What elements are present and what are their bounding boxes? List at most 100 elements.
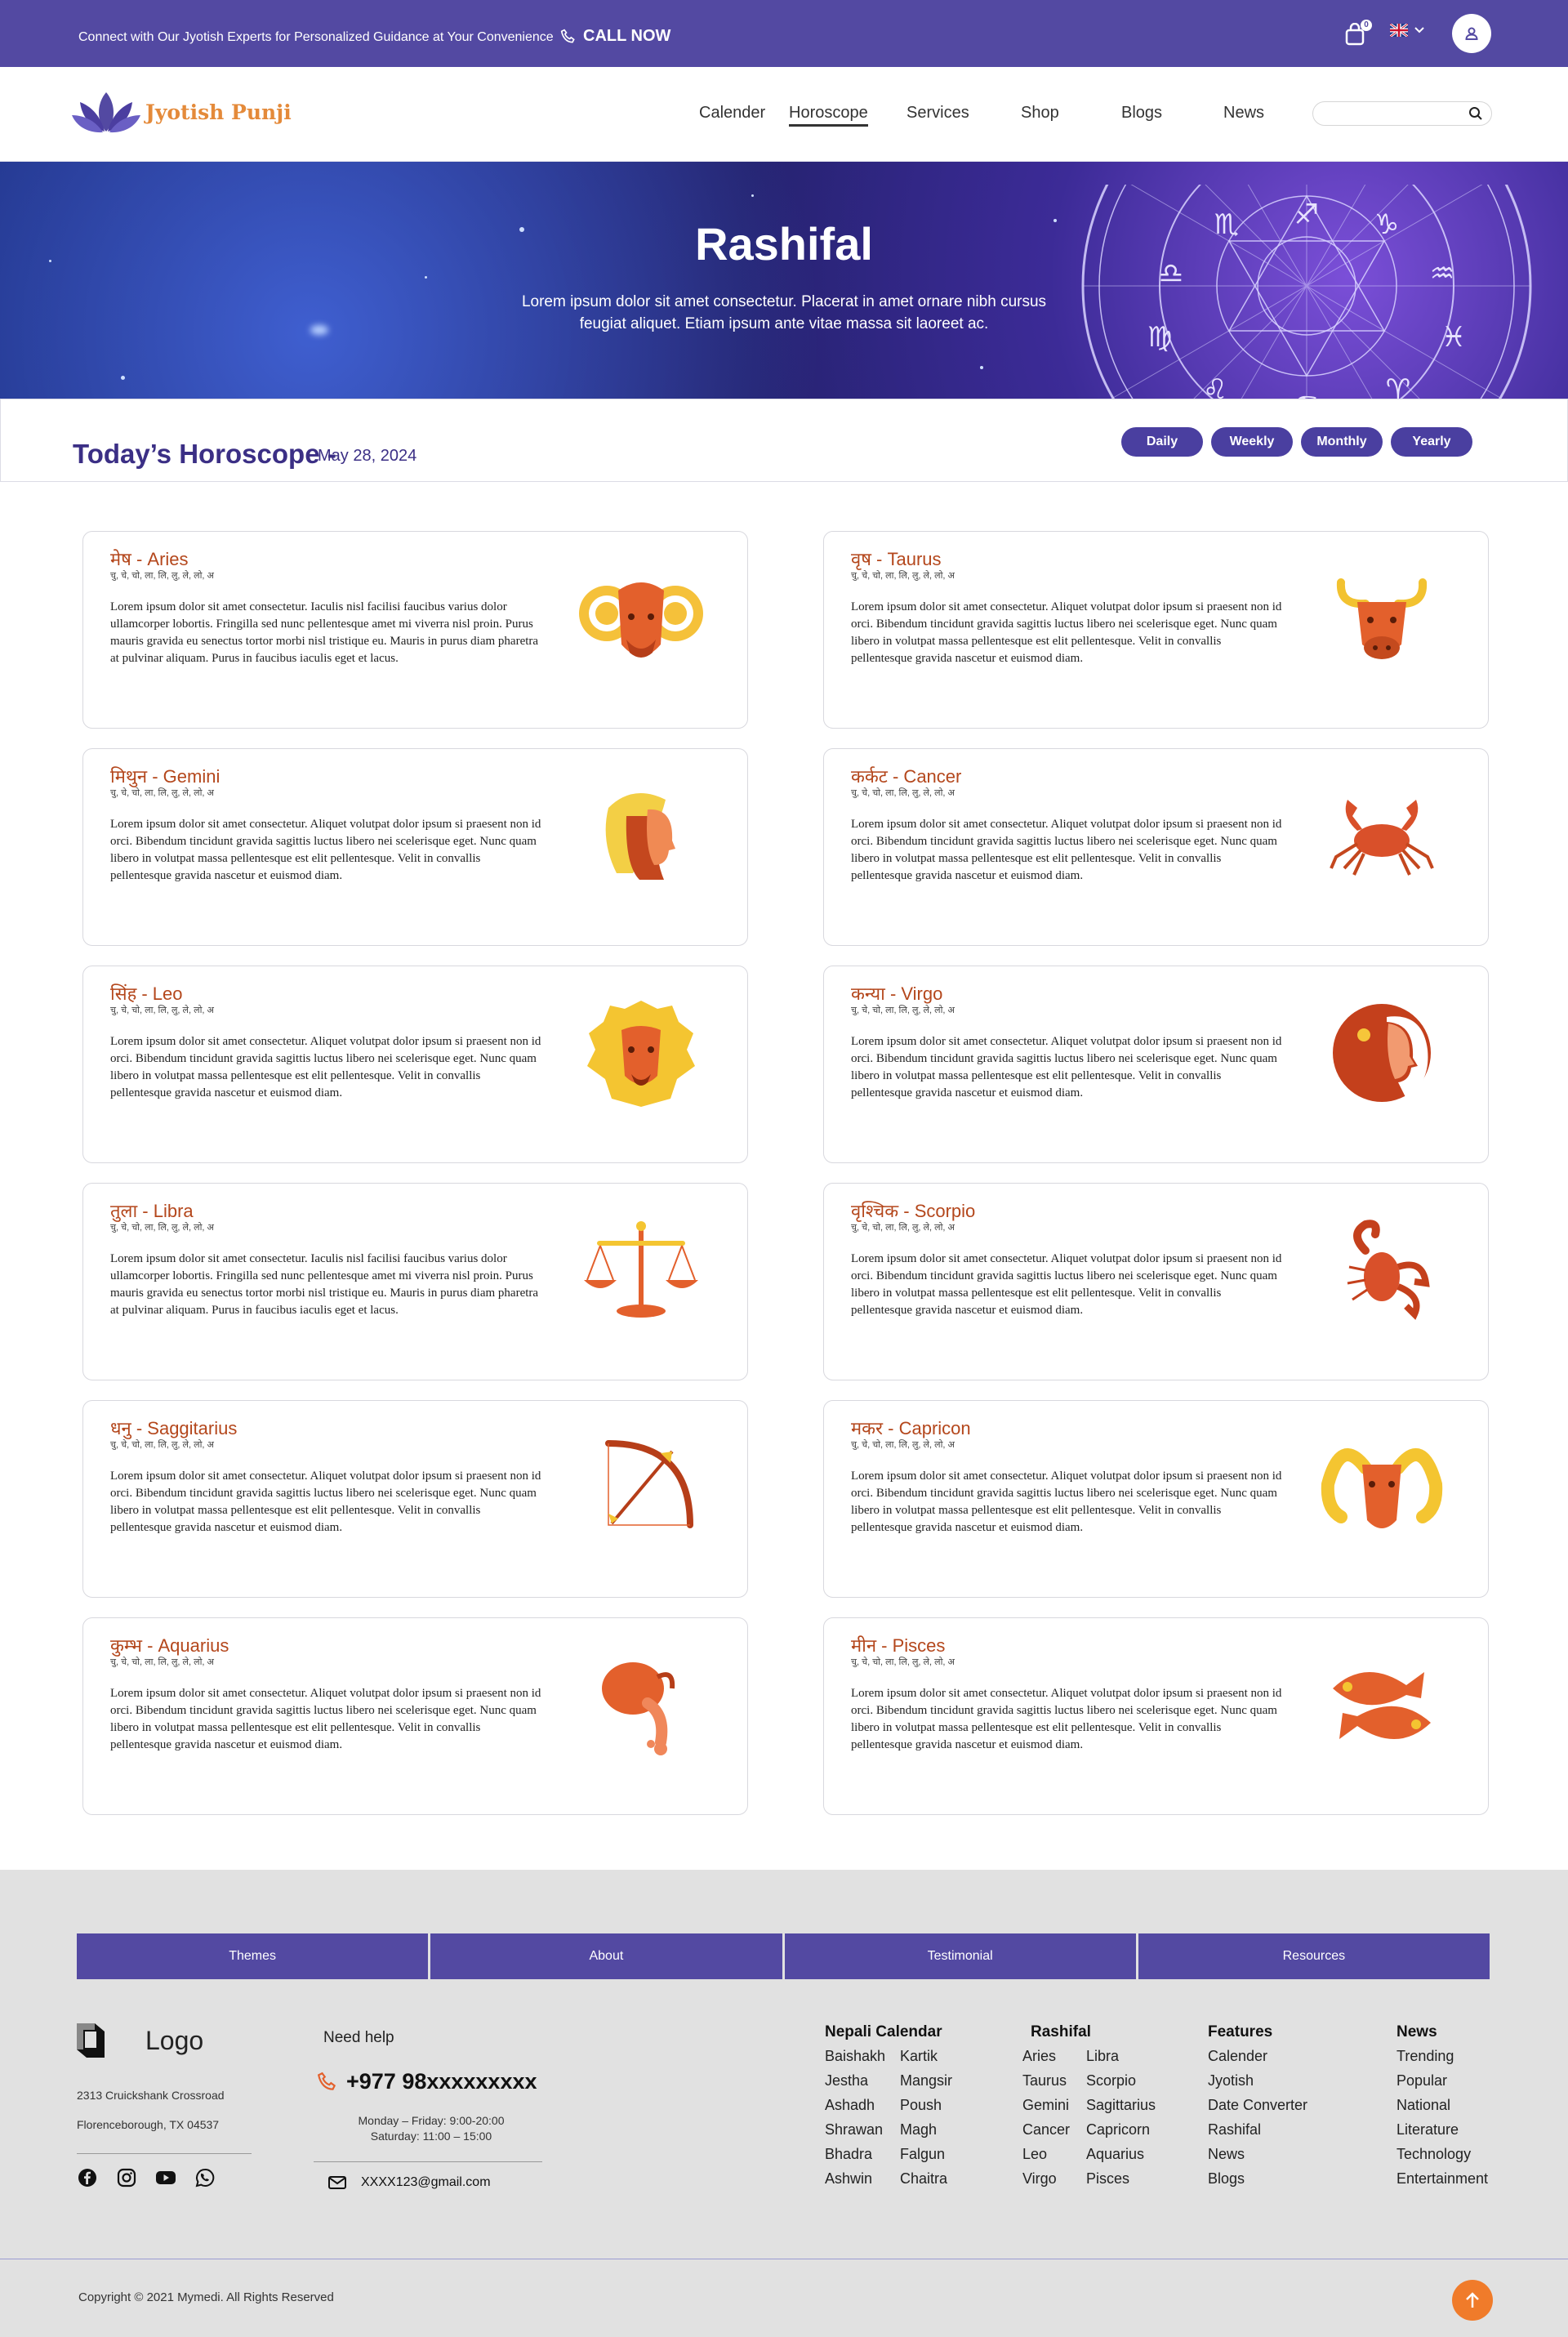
search-icon[interactable] xyxy=(1468,106,1483,121)
scroll-to-top-button[interactable] xyxy=(1452,2280,1493,2321)
sign-card-aquarius[interactable]: कुम्भ - Aquarius चु, चे, चो, ला, लि, लु,… xyxy=(82,1617,748,1815)
footer-tab-resources[interactable]: Resources xyxy=(1138,1933,1490,1979)
footer-link[interactable]: Sagittarius xyxy=(1086,2097,1156,2114)
sign-description: Lorem ipsum dolor sit amet consectetur. … xyxy=(110,1470,541,1534)
divider xyxy=(77,2153,252,2154)
tab-daily[interactable]: Daily xyxy=(1121,427,1203,457)
youtube-icon[interactable] xyxy=(155,2167,176,2188)
footer-link[interactable]: Chaitra xyxy=(900,2170,947,2188)
footer-link[interactable]: Falgun xyxy=(900,2146,945,2163)
footer-link[interactable]: Cancer xyxy=(1022,2121,1070,2139)
aries-ram-icon xyxy=(579,582,703,658)
footer-link[interactable]: Magh xyxy=(900,2121,937,2139)
cart-button[interactable]: 0 xyxy=(1344,20,1372,46)
footer-link[interactable]: Leo xyxy=(1022,2146,1047,2163)
footer-address-line1: 2313 Cruickshank Crossroad xyxy=(77,2089,225,2102)
sign-card-virgo[interactable]: कन्या - Virgo चु, चे, चो, ला, लि, लु, ले… xyxy=(823,966,1489,1163)
footer-link[interactable]: Pisces xyxy=(1086,2170,1129,2188)
sign-title: मीन - Pisces xyxy=(851,1635,946,1656)
sign-title: वृश्चिक - Scorpio xyxy=(851,1201,976,1221)
footer-link[interactable]: National xyxy=(1396,2097,1450,2114)
footer-link[interactable]: Shrawan xyxy=(825,2121,883,2139)
aquarius-pot-icon xyxy=(602,1662,675,1755)
footer-link[interactable]: Literature xyxy=(1396,2121,1459,2139)
language-selector[interactable] xyxy=(1390,24,1424,37)
footer-link[interactable]: Kartik xyxy=(900,2048,938,2065)
footer-link[interactable]: Bhadra xyxy=(825,2146,872,2163)
facebook-icon[interactable] xyxy=(77,2167,98,2188)
footer-logo[interactable]: Logo xyxy=(77,2023,203,2058)
sign-title: मकर - Capricon xyxy=(851,1418,971,1438)
tab-monthly[interactable]: Monthly xyxy=(1301,427,1383,457)
footer-tab-themes[interactable]: Themes xyxy=(77,1933,429,1979)
nav-item-shop[interactable]: Shop xyxy=(1021,104,1059,123)
footer-link[interactable]: Rashifal xyxy=(1208,2121,1261,2139)
footer-link[interactable]: Aries xyxy=(1022,2048,1056,2065)
sign-card-scorpio[interactable]: वृश्चिक - Scorpio चु, चे, चो, ला, लि, लु… xyxy=(823,1183,1489,1380)
tab-yearly[interactable]: Yearly xyxy=(1391,427,1472,457)
footer-link[interactable]: Popular xyxy=(1396,2072,1447,2089)
footer-link[interactable]: Taurus xyxy=(1022,2072,1067,2089)
hero-description: Lorem ipsum dolor sit amet consectetur. … xyxy=(521,293,1047,332)
footer-phone[interactable]: +977 98xxxxxxxxx xyxy=(317,2069,537,2094)
footer-link[interactable]: Trending xyxy=(1396,2048,1454,2065)
footer-link[interactable]: Technology xyxy=(1396,2146,1471,2163)
search-input[interactable] xyxy=(1325,105,1463,122)
footer-email[interactable]: XXXX123@gmail.com xyxy=(328,2175,491,2190)
sign-syllables: चु, चे, चो, ला, लि, लु, ले, लो, अ xyxy=(851,788,955,798)
footer-tab-about[interactable]: About xyxy=(430,1933,782,1979)
sign-card-taurus[interactable]: वृष - Taurus चु, चे, चो, ला, लि, लु, ले,… xyxy=(823,531,1489,729)
footer-link[interactable]: Date Converter xyxy=(1208,2097,1307,2114)
footer-link[interactable]: Virgo xyxy=(1022,2170,1057,2188)
nav-item-blogs[interactable]: Blogs xyxy=(1121,104,1162,123)
footer-link[interactable]: Blogs xyxy=(1208,2170,1245,2188)
instagram-icon[interactable] xyxy=(116,2167,137,2188)
site-logo[interactable]: Jyotish Punji xyxy=(72,89,292,135)
tab-weekly[interactable]: Weekly xyxy=(1211,427,1293,457)
footer-link[interactable]: Jestha xyxy=(825,2072,868,2089)
sign-syllables: चु, चे, चो, ला, लि, लु, ले, लो, अ xyxy=(110,1006,214,1015)
footer-link[interactable]: Calender xyxy=(1208,2048,1267,2065)
call-now-button[interactable]: CALL NOW xyxy=(560,27,670,46)
sign-description: Lorem ipsum dolor sit amet consectetur. … xyxy=(110,818,541,882)
footer-link[interactable]: Entertainment xyxy=(1396,2170,1488,2188)
footer-link[interactable]: Capricorn xyxy=(1086,2121,1150,2139)
sign-description: Lorem ipsum dolor sit amet consectetur. … xyxy=(851,1687,1282,1751)
cancer-crab-icon xyxy=(1330,800,1434,876)
footer-link[interactable]: Aquarius xyxy=(1086,2146,1144,2163)
whatsapp-icon[interactable] xyxy=(194,2167,216,2188)
footer-logo-text: Logo xyxy=(145,2025,204,2055)
footer-link[interactable]: Gemini xyxy=(1022,2097,1069,2114)
sign-card-gemini[interactable]: मिथुन - Gemini चु, चे, चो, ला, लि, लु, ल… xyxy=(82,748,748,946)
footer-link[interactable]: Scorpio xyxy=(1086,2072,1136,2089)
footer-link[interactable]: Baishakh xyxy=(825,2048,885,2065)
footer-heading-nepali-calendar: Nepali Calendar xyxy=(825,2023,942,2040)
sign-card-libra[interactable]: तुला - Libra चु, चे, चो, ला, लि, लु, ले,… xyxy=(82,1183,748,1380)
footer-link[interactable]: Jyotish xyxy=(1208,2072,1254,2089)
footer-link[interactable]: Poush xyxy=(900,2097,942,2114)
star-decoration xyxy=(751,194,754,197)
nav-item-calender[interactable]: Calender xyxy=(699,104,765,123)
user-account-button[interactable] xyxy=(1452,14,1491,53)
sign-card-sagittarius[interactable]: धनु - Saggitarius चु, चे, चो, ला, लि, लु… xyxy=(82,1400,748,1598)
footer-link[interactable]: News xyxy=(1208,2146,1245,2163)
footer-link[interactable]: Ashadh xyxy=(825,2097,875,2114)
leo-lion-icon xyxy=(587,1001,695,1107)
sign-description: Lorem ipsum dolor sit amet consectetur. … xyxy=(851,818,1282,882)
sign-card-cancer[interactable]: कर्कट - Cancer चु, चे, चो, ला, लि, लु, ल… xyxy=(823,748,1489,946)
sign-card-leo[interactable]: सिंह - Leo चु, चे, चो, ला, लि, लु, ले, ल… xyxy=(82,966,748,1163)
sign-syllables: चु, चे, चो, ला, लि, लु, ले, लो, अ xyxy=(851,1440,955,1450)
footer-link[interactable]: Ashwin xyxy=(825,2170,872,2188)
footer-link[interactable]: Libra xyxy=(1086,2048,1119,2065)
sign-card-capricorn[interactable]: मकर - Capricon चु, चे, चो, ला, लि, लु, ल… xyxy=(823,1400,1489,1598)
nav-item-services[interactable]: Services xyxy=(906,104,969,123)
sign-card-aries[interactable]: मेष - Aries चु, चे, चो, ला, लि, लु, ले, … xyxy=(82,531,748,729)
sign-syllables: चु, चे, चो, ला, लि, लु, ले, लो, अ xyxy=(110,788,214,798)
footer-tab-testimonial[interactable]: Testimonial xyxy=(784,1933,1136,1979)
nav-item-news[interactable]: News xyxy=(1223,104,1264,123)
sign-syllables: चु, चे, चो, ला, लि, लु, ले, लो, अ xyxy=(110,1440,214,1450)
nav-item-horoscope[interactable]: Horoscope xyxy=(789,104,868,127)
mail-icon xyxy=(328,2176,346,2189)
footer-link[interactable]: Mangsir xyxy=(900,2072,952,2089)
sign-card-pisces[interactable]: मीन - Pisces चु, चे, चो, ला, लि, लु, ले,… xyxy=(823,1617,1489,1815)
